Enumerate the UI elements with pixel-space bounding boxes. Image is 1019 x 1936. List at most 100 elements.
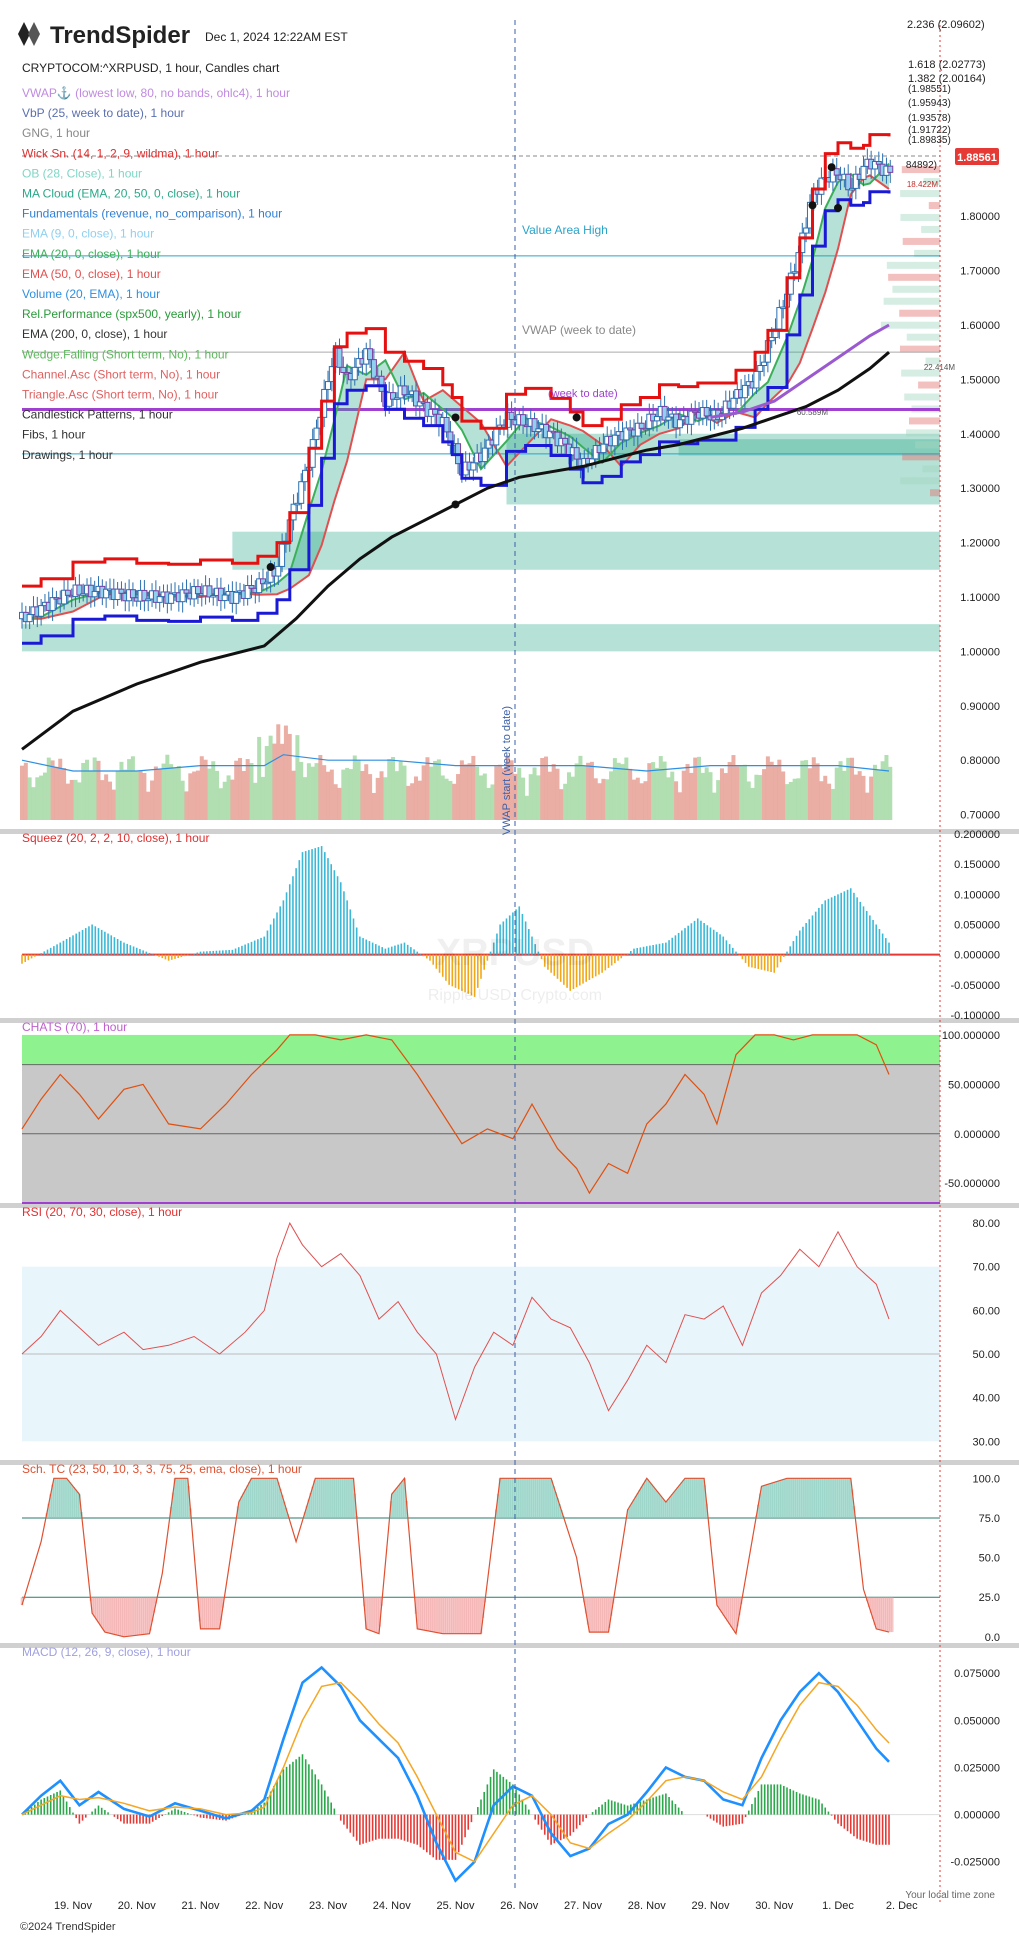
volume-bar <box>195 770 200 820</box>
y-tick-label: 1.30000 <box>960 483 1000 495</box>
vp-label-2: 22.414M <box>924 363 955 372</box>
volume-bar <box>746 781 751 820</box>
indicator-label: Fundamentals (revenue, no_comparison), 1… <box>22 207 282 221</box>
volume-bar <box>402 765 407 820</box>
volume-bar <box>517 767 522 820</box>
y-tick-label: 0.200000 <box>954 829 1000 841</box>
volume-bar <box>762 769 767 820</box>
volume-bar <box>85 759 90 820</box>
y-tick-label: 1.70000 <box>960 266 1000 278</box>
candle-body <box>481 447 488 463</box>
candle-body <box>818 177 825 195</box>
volume-profile-bar <box>904 393 940 401</box>
volume-profile-bar <box>902 453 940 461</box>
y-tick-label: 100.0 <box>972 1473 1000 1485</box>
candle-body <box>129 589 136 599</box>
candle-body <box>275 565 282 577</box>
schaff-tc-pane[interactable] <box>20 1476 894 1638</box>
indicator-label: VWAP⚓ (lowest low, 80, no bands, ohlc4),… <box>22 86 290 100</box>
x-tick-label: 23. Nov <box>309 1900 347 1912</box>
y-tick-label: 80.00 <box>972 1218 1000 1230</box>
volume-bar <box>352 755 357 820</box>
volume-bar <box>750 787 755 820</box>
y-tick-label: 0.70000 <box>960 810 1000 822</box>
pivot-dot <box>451 413 460 422</box>
price-pane[interactable] <box>19 133 941 820</box>
volume-bar <box>486 787 491 820</box>
volume-bar <box>708 772 713 820</box>
indicator-label: Fibs, 1 hour <box>22 428 85 442</box>
candle-body <box>676 419 683 429</box>
y-tick-label: 1.40000 <box>960 429 1000 441</box>
pane-title: Sch. TC (23, 50, 10, 3, 3, 75, 25, ema, … <box>22 1462 302 1476</box>
volume-bar <box>601 778 606 820</box>
volume-bar <box>391 756 396 820</box>
y-tick-label: 0.050000 <box>954 1715 1000 1727</box>
indicator-legend[interactable]: VWAP⚓ (lowest low, 80, no bands, ohlc4),… <box>22 86 290 462</box>
pivot-dot <box>266 563 275 572</box>
indicator-label: MA Cloud (EMA, 20, 50, 0, close), 1 hour <box>22 187 240 201</box>
fib-label: 1.618 (2.02773) <box>908 59 986 71</box>
indicator-label: Triangle.Asc (Short term, No), 1 hour <box>22 388 218 402</box>
volume-bar <box>211 761 216 820</box>
volume-bar <box>811 757 816 820</box>
volume-profile-bar <box>921 225 940 233</box>
trendspider-logo-icon <box>18 22 40 46</box>
volume-bar <box>326 771 330 820</box>
volume-bar <box>161 763 166 820</box>
candle-body <box>562 437 569 445</box>
volume-bar <box>272 743 277 820</box>
x-tick-label: 29. Nov <box>692 1900 730 1912</box>
volume-bar <box>838 761 843 820</box>
volume-bar <box>674 781 679 820</box>
volume-bar <box>322 765 327 820</box>
volume-bar <box>830 788 835 820</box>
candle-body <box>833 168 840 176</box>
candle-body <box>26 614 33 623</box>
volume-bar <box>677 792 682 820</box>
fib-label: 84892) <box>906 160 937 171</box>
squeeze-pane[interactable] <box>21 846 890 997</box>
chart-canvas[interactable]: 1.80000 1.70000 1.60000 1.50000 1.40000 1.300… <box>0 0 1019 1936</box>
volume-bar <box>222 781 227 820</box>
volume-bar <box>647 763 652 820</box>
pane-title: MACD (12, 26, 9, close), 1 hour <box>22 1645 191 1659</box>
volume-bar <box>666 777 671 820</box>
local-time-label: Your local time zone <box>905 1890 995 1901</box>
candle-body <box>340 366 347 373</box>
x-tick-label: 22. Nov <box>245 1900 283 1912</box>
y-tick-label: 0.80000 <box>960 755 1000 767</box>
pane-title: CHATS (70), 1 hour <box>22 1020 127 1034</box>
candle-body <box>367 348 374 361</box>
volume-bar <box>287 733 292 820</box>
volume-bar <box>727 762 732 820</box>
volume-bar <box>260 776 265 820</box>
volume-bar <box>410 783 415 820</box>
candle-body <box>378 375 385 392</box>
volume-bar <box>348 769 353 820</box>
volume-bar <box>234 760 239 820</box>
volume-profile-bar <box>880 321 940 329</box>
volume-profile-bar <box>883 297 940 305</box>
volume-profile-bar <box>900 190 940 198</box>
candle-body <box>600 443 607 454</box>
copyright: ©2024 TrendSpider <box>20 1921 116 1933</box>
volume-bar <box>444 778 449 820</box>
candle-body <box>638 422 645 429</box>
macd-pane[interactable] <box>21 1665 890 1883</box>
volume-bar <box>69 779 74 820</box>
volume-bar <box>494 766 499 820</box>
volume-bar <box>218 788 223 820</box>
volume-bar <box>184 791 189 820</box>
volume-bar <box>704 767 709 820</box>
volume-bar <box>788 781 793 820</box>
y-tick-label: 1.20000 <box>960 538 1000 550</box>
volume-bar <box>861 775 866 820</box>
y-tick-label: 70.00 <box>972 1262 1000 1274</box>
volume-bar <box>173 768 177 820</box>
candle-body <box>233 591 240 604</box>
volume-bar <box>612 758 617 820</box>
candle-body <box>443 416 450 433</box>
candle-body <box>118 588 125 594</box>
volume-bar <box>115 770 120 820</box>
